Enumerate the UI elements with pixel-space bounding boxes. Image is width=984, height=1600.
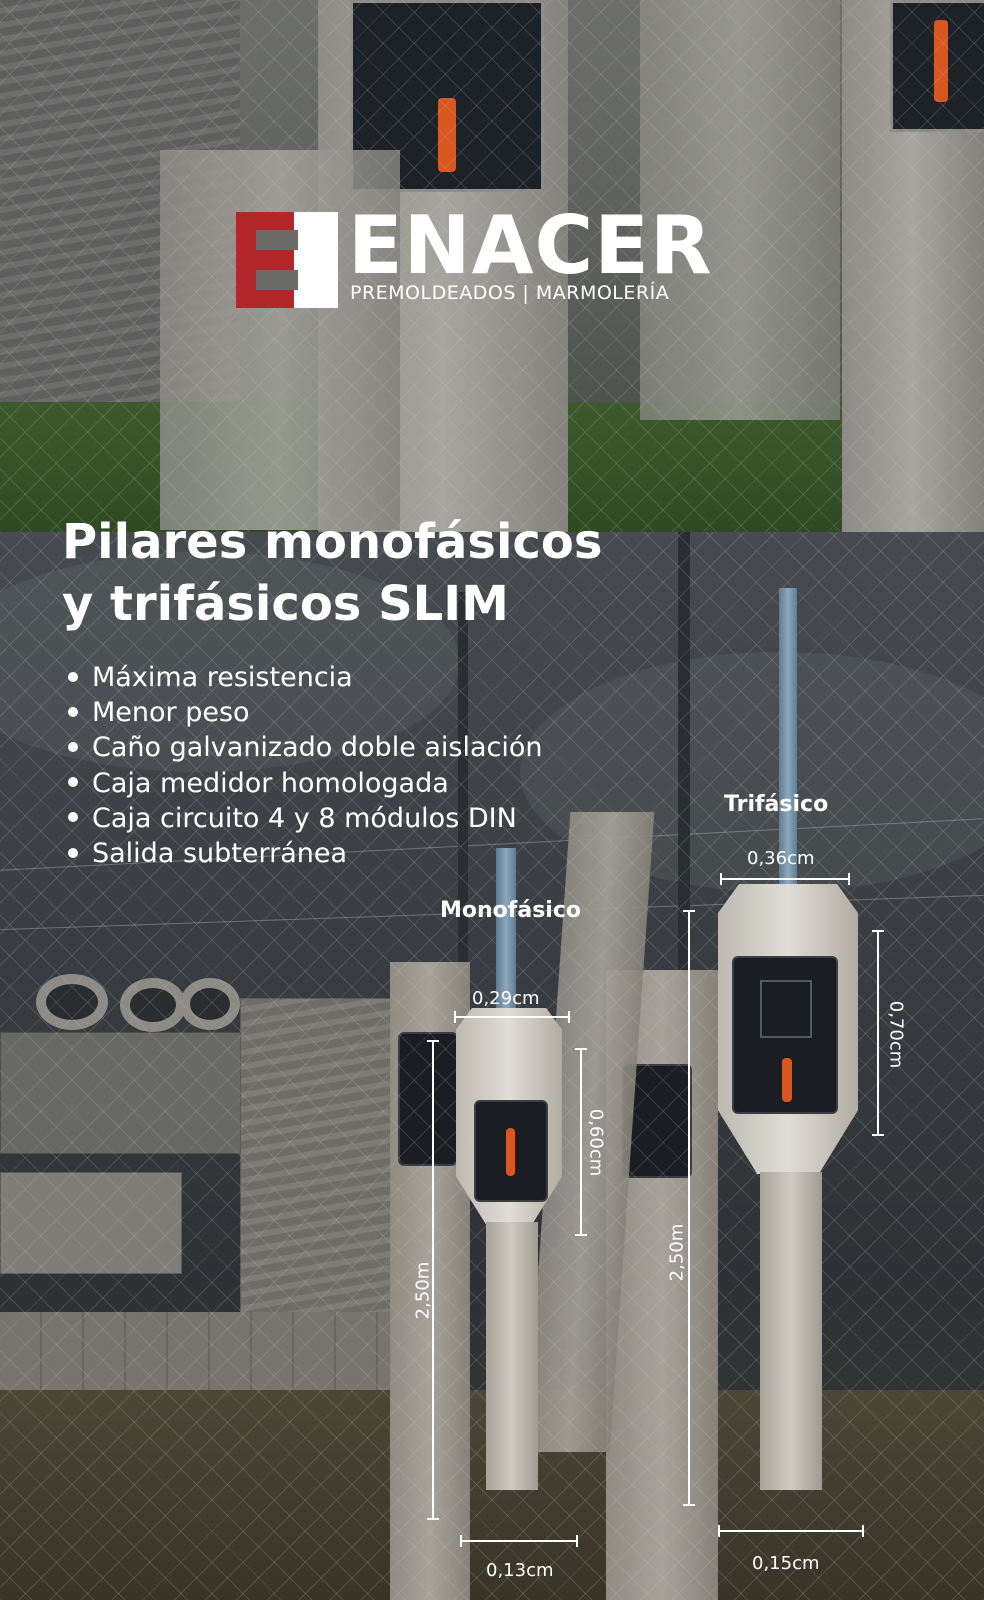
orange-conduit: [782, 1058, 792, 1102]
hero-photo: ENACER PREMOLDEADOS | MARMOLERÍA: [0, 0, 984, 532]
feature-item: Caja circuito 4 y 8 módulos DIN: [64, 801, 543, 836]
dimension-line: [460, 1535, 578, 1547]
dimension-line: [683, 910, 695, 1506]
dimension-line: [454, 1011, 570, 1023]
headline-line-1: Pilares monofásicos: [62, 514, 603, 570]
enacer-logo-icon: [236, 212, 338, 308]
feature-text: Menor peso: [92, 697, 250, 729]
trifasico-label: Trifásico: [724, 792, 829, 817]
dimension-line: [720, 873, 850, 885]
feature-text: Caja circuito 4 y 8 módulos DIN: [92, 802, 517, 834]
headline: Pilares monofásicos y trifásicos SLIM: [62, 511, 602, 635]
bullet-icon: [68, 741, 78, 752]
monofasico-label: Monofásico: [440, 898, 581, 923]
feature-item: Máxima resistencia: [64, 660, 543, 695]
dimension-line: [575, 1048, 587, 1236]
monofasico-meter-box: [474, 1100, 548, 1202]
feature-item: Caja medidor homologada: [64, 766, 543, 801]
monofasico-base-width: 0,13cm: [486, 1560, 554, 1581]
dimension-line: [718, 1525, 864, 1537]
monofasico-pillar-shaft: [486, 1222, 538, 1490]
trifasico-base-width: 0,15cm: [752, 1553, 820, 1574]
bullet-icon: [68, 847, 78, 858]
brand-logo: ENACER PREMOLDEADOS | MARMOLERÍA: [236, 206, 736, 312]
trifasico-total-height: 2,50m: [666, 1223, 688, 1282]
feature-text: Caño galvanizado doble aislación: [92, 732, 543, 764]
bullet-icon: [68, 777, 78, 788]
brand-name: ENACER: [348, 199, 713, 292]
dimension-line: [872, 930, 884, 1136]
bullet-icon: [68, 706, 78, 717]
feature-text: Caja medidor homologada: [92, 767, 449, 799]
trifasico-head-width: 0,36cm: [747, 848, 815, 869]
brand-tagline: PREMOLDEADOS | MARMOLERÍA: [350, 282, 670, 304]
monofasico-total-height: 2,50m: [412, 1261, 434, 1320]
headline-line-2: y trifásicos SLIM: [62, 576, 509, 632]
feature-item: Menor peso: [64, 695, 543, 730]
meter-window: [760, 980, 812, 1038]
orange-conduit: [506, 1128, 515, 1176]
feature-text: Salida subterránea: [92, 838, 348, 870]
feature-item: Salida subterránea: [64, 836, 543, 871]
feature-list: Máxima resistencia Menor peso Caño galva…: [64, 660, 543, 871]
bullet-icon: [68, 812, 78, 823]
trifasico-meter-box: [732, 956, 838, 1114]
monofasico-head-width: 0,29cm: [472, 988, 540, 1009]
trifasico-pillar-shaft: [760, 1172, 822, 1490]
trifasico-head-height: 0,70cm: [885, 1000, 907, 1069]
feature-item: Caño galvanizado doble aislación: [64, 730, 543, 765]
monofasico-head-height: 0,60cm: [585, 1108, 607, 1177]
feature-text: Máxima resistencia: [92, 662, 353, 693]
bullet-icon: [68, 671, 78, 682]
